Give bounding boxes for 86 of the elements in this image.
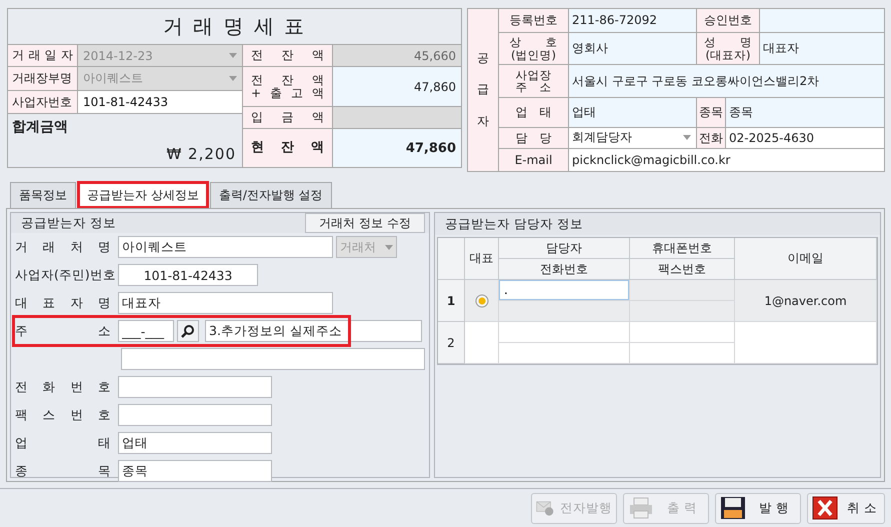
balance-label: 전 잔 액 <box>243 45 333 66</box>
input-field[interactable]: 101-81-42433 <box>118 264 258 286</box>
panel-title: 공급받는자 정보 <box>20 214 116 232</box>
balance-label: 전 잔 액 + 출 고 액 <box>243 67 333 106</box>
action-button[interactable]: 발 행 <box>715 492 801 524</box>
table-cell[interactable] <box>630 301 735 322</box>
input-field[interactable]: 아이퀘스트 <box>118 236 333 258</box>
field-label: 대 표 자 명 <box>15 294 111 312</box>
field-label: 전 화 번 호 <box>15 378 111 396</box>
table-cell[interactable] <box>499 343 630 364</box>
table-cell[interactable] <box>465 322 499 364</box>
field-label: 승인번호 <box>697 9 760 32</box>
field-label: 등록번호 <box>499 9 569 32</box>
input-field[interactable]: picknclick@magicbill.co.kr <box>569 149 884 171</box>
column-header: 이메일 <box>735 238 877 280</box>
input-field[interactable]: 02-2025-4630 <box>726 128 884 148</box>
document-title: 거 래 명 세 표 <box>7 8 462 45</box>
input-field[interactable] <box>118 376 272 398</box>
table-cell[interactable] <box>630 280 735 301</box>
row-number[interactable]: 1 <box>438 280 465 322</box>
tab[interactable]: 품목정보 <box>10 182 76 208</box>
address-field[interactable]: 3.추가정보의 실제주소 <box>205 320 422 342</box>
panel-title: 공급받는자 담당자 정보 <box>444 216 583 232</box>
side-label: 공급자 <box>468 9 499 171</box>
column-header: 담당자 <box>499 238 630 259</box>
search-button[interactable] <box>177 320 199 342</box>
radio-button[interactable] <box>474 294 488 308</box>
caret-icon[interactable] <box>683 135 691 140</box>
field-label: 팩 스 번 호 <box>15 406 111 424</box>
input-field[interactable]: 업태 <box>118 432 272 454</box>
table-cell[interactable] <box>499 301 630 322</box>
input-field: 대표자 <box>760 32 884 64</box>
balance-label: 입 금 액 <box>243 107 333 128</box>
dropdown-field[interactable]: 회계담당자 <box>569 128 696 148</box>
input-field[interactable]: 종목 <box>118 460 272 482</box>
amount-field: 47,860 <box>333 67 461 106</box>
field-label: E-mail <box>499 149 569 171</box>
field-label: 거래장부명 <box>8 67 78 90</box>
field-label: 사업자번호 <box>8 91 78 113</box>
field-label: 주 소 <box>15 322 111 340</box>
caret-icon[interactable] <box>385 244 393 250</box>
field-label: 담 당 <box>499 128 569 148</box>
input-field: 211-86-72092 <box>569 9 696 32</box>
edit-client-button[interactable]: 거래처 정보 수정 <box>305 213 425 233</box>
row-number[interactable]: 2 <box>438 322 465 364</box>
field-label: 거 래 일 자 <box>8 45 78 66</box>
tab[interactable]: 공급받는자 상세정보 <box>78 182 208 208</box>
field-label: 종목 <box>697 98 726 127</box>
column-header: 전화번호 <box>499 259 630 280</box>
tab[interactable]: 출력/전자발행 설정 <box>210 182 332 208</box>
zip-code-field[interactable]: ___-___ <box>118 320 174 342</box>
balance-label: 현 잔 액 <box>243 129 333 167</box>
action-button[interactable]: 취 소 <box>807 492 885 524</box>
input-field: 업태 <box>569 98 696 127</box>
input-field: 영회사 <box>569 32 696 64</box>
input-field[interactable]: 101-81-42433 <box>78 91 242 113</box>
input-field: 종목 <box>726 98 884 127</box>
header-corner <box>438 238 465 280</box>
search-icon <box>181 324 195 338</box>
table-cell[interactable] <box>499 322 630 343</box>
total-amount: ₩ 2,200 <box>166 145 236 163</box>
field-label: 상 호 (법인명) <box>499 32 569 64</box>
table-cell[interactable] <box>630 343 735 364</box>
table-cell[interactable] <box>465 280 499 322</box>
amount-field: 45,660 <box>333 45 461 66</box>
field-label: 종 목 <box>15 462 111 480</box>
amount-field: 47,860 <box>333 129 461 167</box>
column-header: 휴대폰번호 <box>630 238 735 259</box>
field-label: 성 명 (대표자) <box>697 32 760 64</box>
table-cell[interactable] <box>630 322 735 343</box>
cell-editor[interactable]: . <box>499 280 629 300</box>
input-field: 서울시 구로구 구로동 코오롱싸이언스밸리2차 <box>569 65 884 97</box>
field-label: 거 래 처 명 <box>15 238 111 256</box>
close-icon <box>812 496 838 520</box>
column-header: 대표 <box>465 238 499 280</box>
printer-icon <box>628 497 654 519</box>
input-field[interactable] <box>118 404 272 426</box>
field-label: 전화 <box>697 128 726 148</box>
table-cell: 1@naver.com <box>735 280 877 322</box>
total-label: 합계금액 <box>12 118 69 136</box>
column-header: 팩스번호 <box>630 259 735 280</box>
input-field[interactable]: 대표자 <box>118 292 333 314</box>
field-label: 업 태 <box>15 434 111 452</box>
address-detail-field[interactable] <box>120 348 425 370</box>
field-label: 사업장 주 소 <box>499 65 569 97</box>
field-label: 업 태 <box>499 98 569 127</box>
